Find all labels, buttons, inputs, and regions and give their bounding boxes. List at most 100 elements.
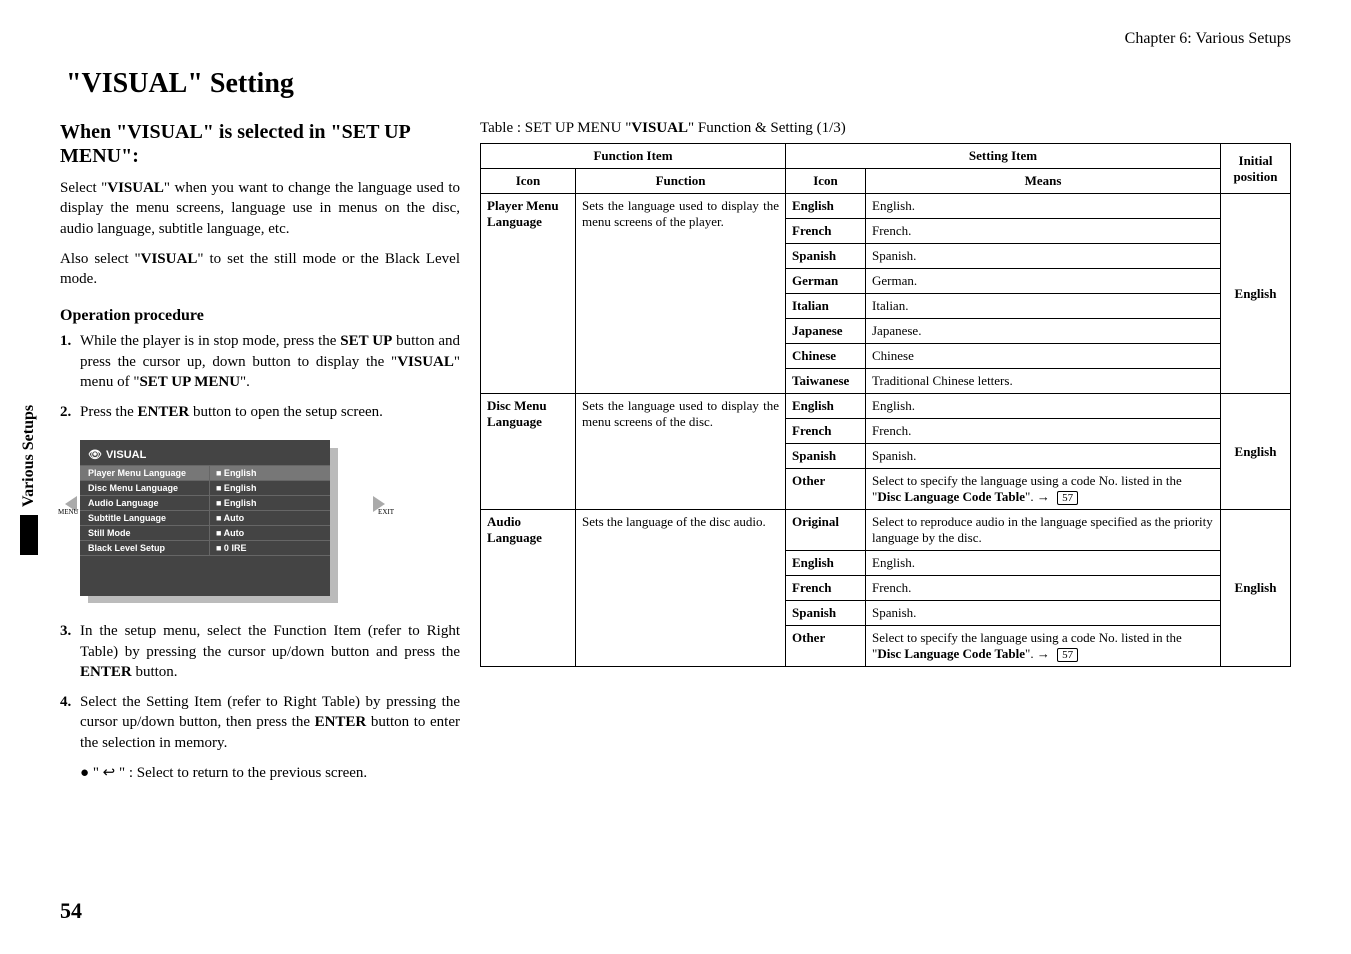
table-row: Disc Menu LanguageSets the language used… bbox=[481, 394, 1291, 419]
th-initial-position: Initial position bbox=[1221, 144, 1291, 194]
osd-row-value: ■ Auto bbox=[210, 511, 330, 525]
side-tab: Various Setups bbox=[20, 405, 38, 555]
th-function: Function bbox=[576, 169, 786, 194]
osd-row-label: Subtitle Language bbox=[80, 511, 210, 525]
intro-paragraph-1: Select "VISUAL" when you want to change … bbox=[60, 178, 460, 239]
setting-icon-cell: Italian bbox=[786, 294, 866, 319]
step-body: Press the ENTER button to open the setup… bbox=[80, 402, 460, 422]
setting-icon-cell: German bbox=[786, 269, 866, 294]
function-icon-cell: Player Menu Language bbox=[481, 194, 576, 394]
step-body: Select the Setting Item (refer to Right … bbox=[80, 692, 460, 753]
text: While the player is in stop mode, press … bbox=[80, 333, 340, 349]
th-means: Means bbox=[866, 169, 1221, 194]
setting-means-cell: French. bbox=[866, 419, 1221, 444]
step-2: 2. Press the ENTER button to open the se… bbox=[60, 402, 460, 422]
setting-means-cell: English. bbox=[866, 394, 1221, 419]
text: SET UP MENU bbox=[139, 374, 240, 390]
page-ref-icon: 57 bbox=[1057, 648, 1078, 662]
osd-row: Still Mode■ Auto bbox=[80, 525, 330, 540]
text: Select " bbox=[60, 180, 107, 196]
initial-position-cell: English bbox=[1221, 394, 1291, 510]
page-number: 54 bbox=[60, 898, 82, 924]
osd-row-value: ■ Auto bbox=[210, 526, 330, 540]
initial-position-cell: English bbox=[1221, 194, 1291, 394]
setting-icon-cell: French bbox=[786, 219, 866, 244]
osd-row-value: ■ English bbox=[210, 496, 330, 510]
osd-row-value: ■ English bbox=[210, 466, 330, 480]
th-icon: Icon bbox=[786, 169, 866, 194]
setting-means-cell: German. bbox=[866, 269, 1221, 294]
function-icon-cell: Disc Menu Language bbox=[481, 394, 576, 510]
setting-icon-cell: English bbox=[786, 194, 866, 219]
side-tab-marker bbox=[20, 515, 38, 555]
text: button. bbox=[132, 664, 178, 680]
setting-icon-cell: Original bbox=[786, 510, 866, 551]
function-desc-cell: Sets the language of the disc audio. bbox=[576, 510, 786, 667]
setting-means-cell: Japanese. bbox=[866, 319, 1221, 344]
setting-means-cell: Spanish. bbox=[866, 244, 1221, 269]
setting-icon-cell: French bbox=[786, 419, 866, 444]
page-ref-icon: 57 bbox=[1057, 491, 1078, 505]
osd-row: Subtitle Language■ Auto bbox=[80, 510, 330, 525]
table-caption: Table : SET UP MENU "VISUAL" Function & … bbox=[480, 120, 1291, 137]
left-column: When "VISUAL" is selected in "SET UP MEN… bbox=[60, 120, 460, 782]
settings-table: Function Item Setting Item Initial posit… bbox=[480, 143, 1291, 667]
osd-menu-label: MENU bbox=[58, 508, 79, 516]
text: button to open the setup screen. bbox=[189, 404, 383, 420]
setting-means-cell: Spanish. bbox=[866, 601, 1221, 626]
table-row: Player Menu LanguageSets the language us… bbox=[481, 194, 1291, 219]
step-number: 1. bbox=[60, 331, 80, 392]
th-function-item: Function Item bbox=[481, 144, 786, 169]
osd-row-value: ■ 0 IRE bbox=[210, 541, 330, 555]
osd-row-label: Black Level Setup bbox=[80, 541, 210, 555]
return-text: " ↩ " : Select to return to the previous… bbox=[93, 765, 367, 781]
side-tab-label: Various Setups bbox=[20, 405, 37, 507]
eye-icon: 👁 bbox=[88, 448, 102, 461]
osd-row-label: Still Mode bbox=[80, 526, 210, 540]
setting-means-cell: Spanish. bbox=[866, 444, 1221, 469]
th-icon: Icon bbox=[481, 169, 576, 194]
th-setting-item: Setting Item bbox=[786, 144, 1221, 169]
text: ENTER bbox=[80, 664, 132, 680]
step-number: 2. bbox=[60, 402, 80, 422]
text: ". bbox=[240, 374, 250, 390]
osd-row-label: Player Menu Language bbox=[80, 466, 210, 480]
osd-row: Black Level Setup■ 0 IRE bbox=[80, 540, 330, 556]
setting-icon-cell: Other bbox=[786, 626, 866, 667]
osd-title-text: VISUAL bbox=[106, 449, 146, 461]
text: ENTER bbox=[315, 714, 367, 730]
setting-icon-cell: English bbox=[786, 551, 866, 576]
osd-row-label: Disc Menu Language bbox=[80, 481, 210, 495]
setting-means-cell: French. bbox=[866, 219, 1221, 244]
step-3: 3. In the setup menu, select the Functio… bbox=[60, 621, 460, 682]
osd-row-value: ■ English bbox=[210, 481, 330, 495]
setting-icon-cell: Japanese bbox=[786, 319, 866, 344]
text: Table : SET UP MENU " bbox=[480, 120, 631, 136]
setting-means-cell: Traditional Chinese letters. bbox=[866, 369, 1221, 394]
step-1: 1. While the player is in stop mode, pre… bbox=[60, 331, 460, 392]
setting-means-cell: Select to specify the language using a c… bbox=[866, 626, 1221, 667]
step-body: While the player is in stop mode, press … bbox=[80, 331, 460, 392]
step-number: 4. bbox=[60, 692, 80, 753]
setting-means-cell: Italian. bbox=[866, 294, 1221, 319]
setting-icon-cell: Spanish bbox=[786, 444, 866, 469]
step-number: 3. bbox=[60, 621, 80, 682]
table-row: Audio LanguageSets the language of the d… bbox=[481, 510, 1291, 551]
text: " Function & Setting (1/3) bbox=[688, 120, 846, 136]
text: VISUAL bbox=[631, 120, 688, 136]
right-column: Table : SET UP MENU "VISUAL" Function & … bbox=[480, 120, 1291, 782]
osd-exit-label: EXIT bbox=[378, 508, 394, 516]
setting-icon-cell: French bbox=[786, 576, 866, 601]
text: Press the bbox=[80, 404, 138, 420]
text: SET UP bbox=[340, 333, 392, 349]
chapter-label: Chapter 6: Various Setups bbox=[60, 30, 1291, 48]
initial-position-cell: English bbox=[1221, 510, 1291, 667]
osd-row-label: Audio Language bbox=[80, 496, 210, 510]
setting-icon-cell: Spanish bbox=[786, 601, 866, 626]
setting-means-cell: French. bbox=[866, 576, 1221, 601]
osd-screenshot: MENU EXIT 👁VISUAL Player Menu Language■ … bbox=[80, 440, 370, 596]
text: In the setup menu, select the Function I… bbox=[80, 623, 460, 659]
step-4: 4. Select the Setting Item (refer to Rig… bbox=[60, 692, 460, 753]
setting-means-cell: Chinese bbox=[866, 344, 1221, 369]
intro-paragraph-2: Also select "VISUAL" to set the still mo… bbox=[60, 249, 460, 290]
